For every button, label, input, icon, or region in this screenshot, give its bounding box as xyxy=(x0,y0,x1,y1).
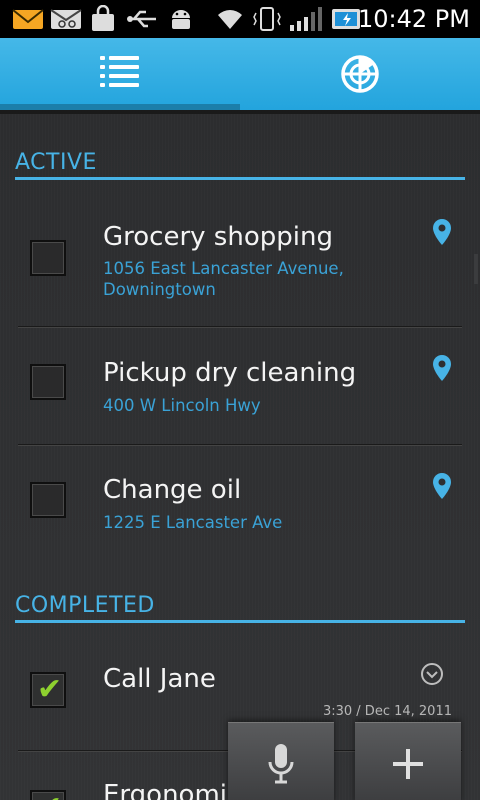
task-checkbox[interactable]: ✔ xyxy=(30,790,66,800)
clock-icon[interactable] xyxy=(420,662,444,686)
checkmark-icon: ✔ xyxy=(37,672,63,707)
divider xyxy=(18,444,462,445)
usb-icon xyxy=(127,10,156,28)
divider xyxy=(18,326,462,327)
wifi-icon xyxy=(218,10,242,29)
voicemail-icon xyxy=(50,9,82,29)
checkmark-icon: ✔ xyxy=(37,790,62,800)
location-pin-icon[interactable] xyxy=(432,218,452,246)
list-item[interactable]: Change oil 1225 E Lancaster Ave xyxy=(18,446,462,562)
clock-time: 10:42 PM xyxy=(358,5,470,33)
list-tab[interactable] xyxy=(0,38,240,110)
location-line: 1056 East Lancaster Avenue, xyxy=(103,259,344,278)
microphone-icon xyxy=(268,743,294,783)
radar-tab[interactable] xyxy=(240,38,480,110)
task-checkbox[interactable]: ✔ xyxy=(30,672,66,708)
mail-icon xyxy=(12,9,44,29)
task-location: 1225 E Lancaster Ave xyxy=(103,513,283,532)
status-bar: 10:42 PM xyxy=(0,0,480,38)
section-header-completed: COMPLETED xyxy=(15,593,465,623)
bag-icon xyxy=(92,5,114,31)
task-timestamp: 3:30 / Dec 14, 2011 xyxy=(322,704,452,719)
task-title: Call Jane xyxy=(103,664,216,694)
task-location: 400 W Lincoln Hwy xyxy=(103,396,261,415)
task-list[interactable]: ACTIVE Grocery shopping 1056 East Lancas… xyxy=(0,114,480,800)
scroll-indicator xyxy=(474,254,478,284)
android-icon xyxy=(172,10,190,29)
task-checkbox[interactable] xyxy=(30,364,66,400)
vibrate-icon xyxy=(253,7,281,31)
list-icon xyxy=(100,56,139,87)
task-checkbox[interactable] xyxy=(30,240,66,276)
plus-icon xyxy=(393,748,423,779)
signal-icon xyxy=(290,7,322,31)
section-header-active: ACTIVE xyxy=(15,150,465,180)
location-pin-icon[interactable] xyxy=(432,472,452,500)
add-task-button[interactable] xyxy=(355,722,461,800)
tab-bar xyxy=(0,38,480,114)
task-title: Ergonomic xyxy=(103,780,242,800)
task-title: Change oil xyxy=(103,475,242,505)
task-title: Pickup dry cleaning xyxy=(103,358,357,388)
location-line: Downingtown xyxy=(103,280,216,299)
section-label: COMPLETED xyxy=(15,593,155,618)
location-pin-icon[interactable] xyxy=(432,354,452,382)
task-checkbox[interactable] xyxy=(30,482,66,518)
section-label: ACTIVE xyxy=(15,150,97,175)
task-location: 1056 East Lancaster Avenue, Downingtown xyxy=(103,258,363,300)
list-item[interactable]: Grocery shopping 1056 East Lancaster Ave… xyxy=(18,194,462,324)
list-item[interactable]: Pickup dry cleaning 400 W Lincoln Hwy xyxy=(18,328,462,444)
task-title: Grocery shopping xyxy=(103,222,333,252)
voice-input-button[interactable] xyxy=(228,722,334,800)
radar-icon xyxy=(341,55,379,93)
